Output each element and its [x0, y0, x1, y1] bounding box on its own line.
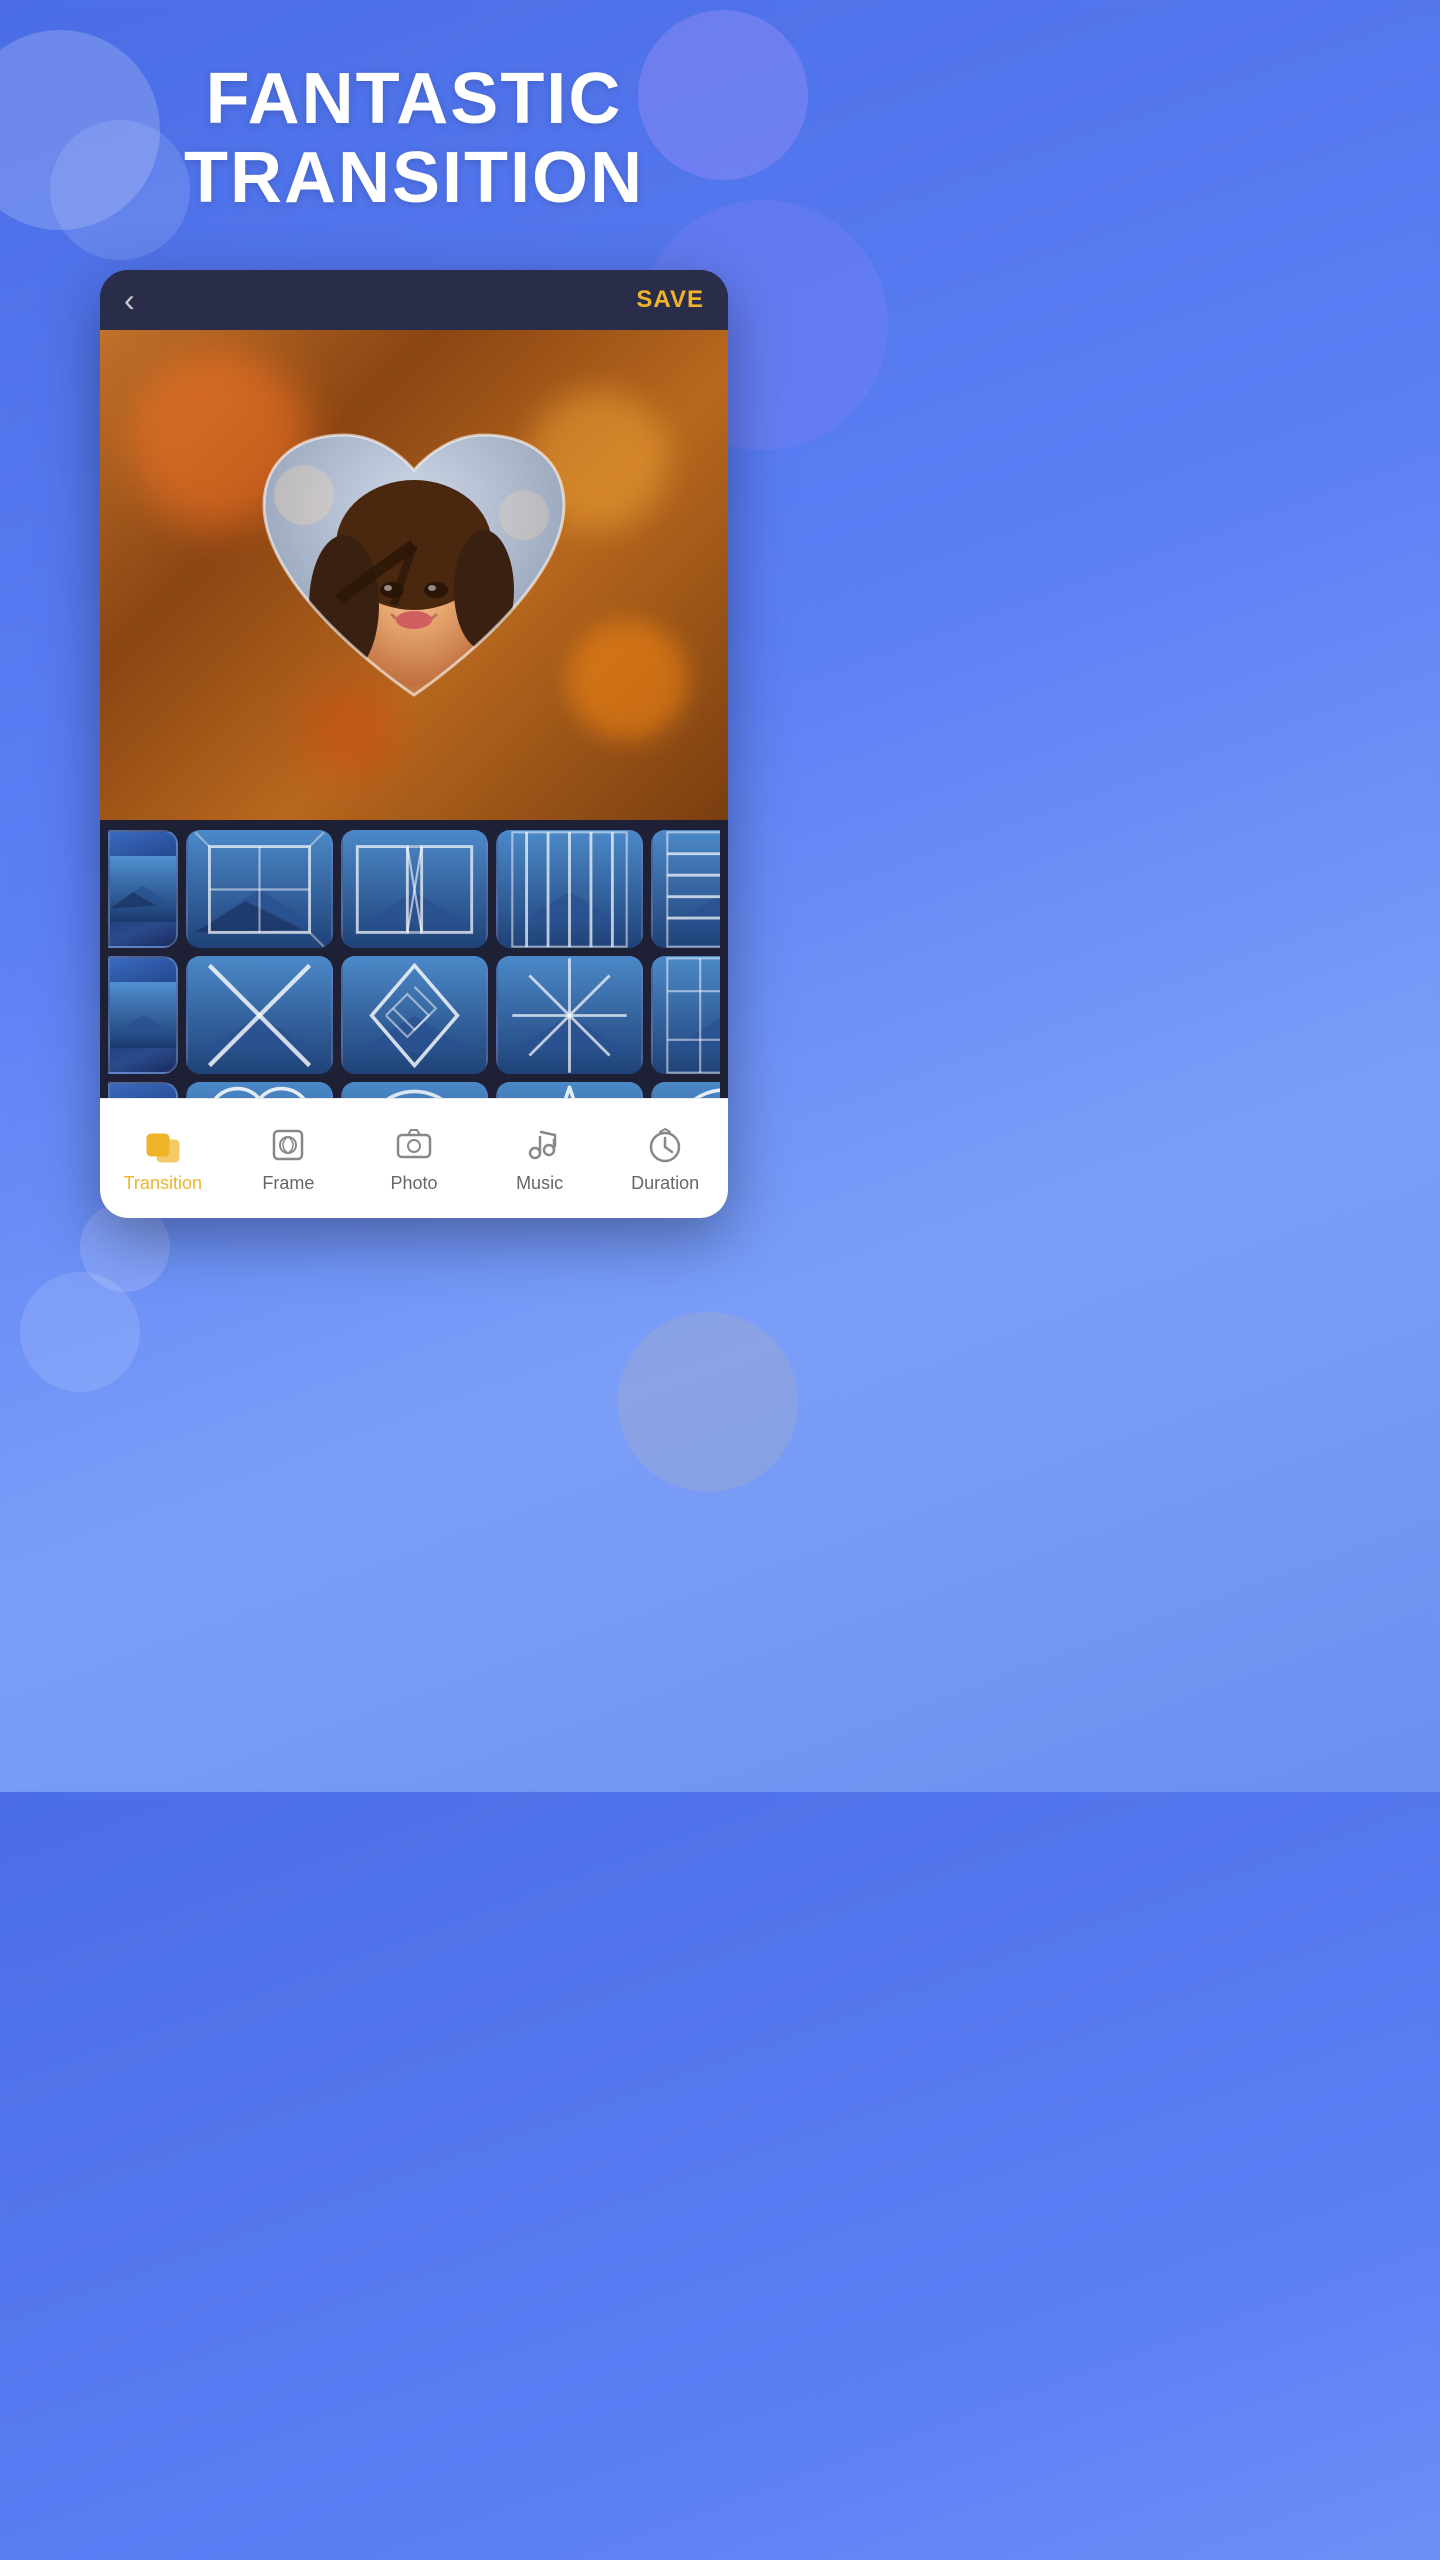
photo-nav-icon: [392, 1123, 436, 1167]
frame-nav-icon: [266, 1123, 310, 1167]
transition-item-stripes[interactable]: [651, 830, 720, 948]
grid-row-1: [108, 830, 720, 948]
transition-item-diamond[interactable]: [341, 956, 488, 1074]
bokeh-circle: [618, 1312, 798, 1492]
phone-topbar: ‹ SAVE: [100, 270, 728, 330]
nav-item-photo[interactable]: Photo: [351, 1123, 477, 1194]
transition-item-cross[interactable]: [186, 956, 333, 1074]
hero-title: FANTASTIC TRANSITION: [0, 60, 828, 218]
duration-nav-label: Duration: [631, 1173, 699, 1194]
back-button[interactable]: ‹: [124, 284, 135, 316]
bokeh-circle: [20, 1272, 140, 1392]
phone-card: ‹ SAVE: [100, 270, 728, 1218]
duration-nav-icon: [643, 1123, 687, 1167]
transition-item-mosaic[interactable]: [651, 956, 720, 1074]
transition-item-blinds[interactable]: [496, 830, 643, 948]
nav-item-music[interactable]: Music: [477, 1123, 603, 1194]
transition-item-partial-2[interactable]: [108, 956, 178, 1074]
nav-item-frame[interactable]: Frame: [226, 1123, 352, 1194]
bottom-nav: Transition Frame Photo: [100, 1098, 728, 1218]
transition-item-cube[interactable]: [186, 830, 333, 948]
heart-photo-frame: [244, 415, 584, 735]
nav-item-duration[interactable]: Duration: [602, 1123, 728, 1194]
photo-nav-label: Photo: [390, 1173, 437, 1194]
save-button[interactable]: SAVE: [636, 286, 704, 314]
transition-nav-icon: [141, 1123, 185, 1167]
music-nav-label: Music: [516, 1173, 563, 1194]
transition-nav-label: Transition: [124, 1173, 202, 1194]
music-nav-icon: [518, 1123, 562, 1167]
transition-item-partial[interactable]: [108, 830, 178, 948]
photo-area: [100, 330, 728, 820]
nav-item-transition[interactable]: Transition: [100, 1123, 226, 1194]
grid-row-2: [108, 956, 720, 1074]
frame-nav-label: Frame: [262, 1173, 314, 1194]
transition-item-star-burst[interactable]: [496, 956, 643, 1074]
transition-item-book[interactable]: [341, 830, 488, 948]
